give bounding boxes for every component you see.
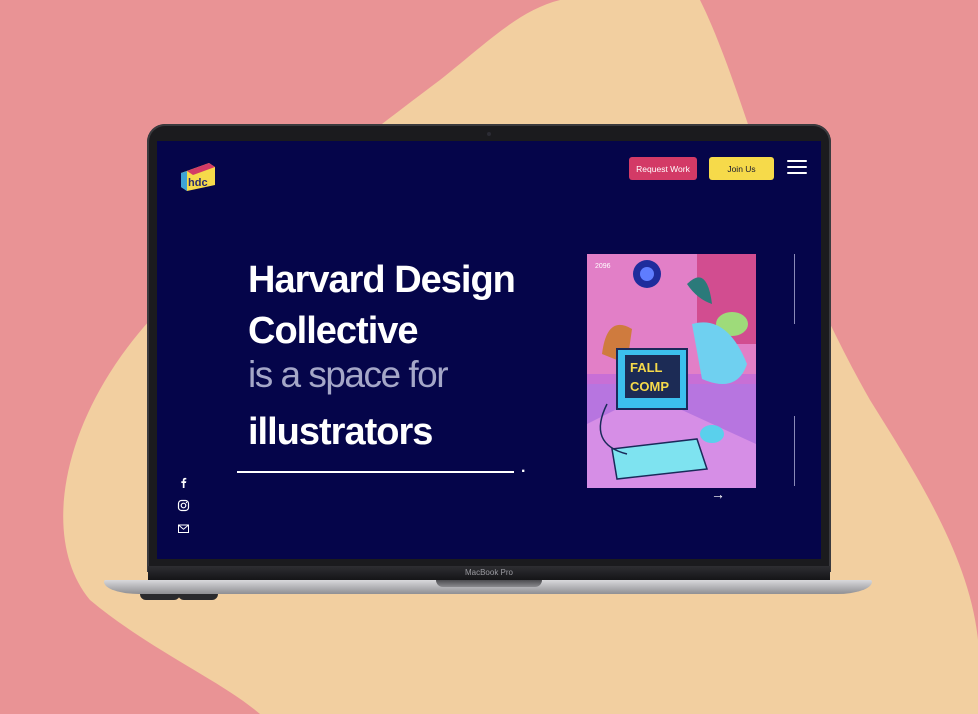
artwork-text-top: FALL bbox=[630, 360, 663, 375]
artwork-text-bottom: COMP bbox=[630, 379, 669, 394]
laptop-notch bbox=[436, 580, 542, 587]
hero-title-line2: Collective bbox=[248, 310, 419, 352]
artwork-year: 2096 bbox=[595, 263, 611, 270]
instagram-icon[interactable] bbox=[177, 499, 190, 512]
facebook-icon[interactable] bbox=[177, 476, 190, 489]
camera bbox=[487, 132, 491, 136]
laptop-foot-left-2 bbox=[178, 594, 218, 600]
join-us-button[interactable]: Join Us bbox=[709, 157, 774, 180]
hero-title: Harvard Design Collective bbox=[248, 255, 548, 357]
slider-divider-bottom bbox=[794, 416, 795, 486]
request-work-button[interactable]: Request Work bbox=[629, 157, 697, 180]
hero-underline bbox=[237, 471, 514, 473]
arrow-right-icon[interactable]: → bbox=[711, 486, 725, 502]
device-label: MacBook Pro bbox=[464, 568, 514, 577]
fall-comp-artwork[interactable]: FALL COMP 2096 bbox=[587, 254, 756, 488]
hero-period: . bbox=[521, 459, 526, 476]
logo-text: hdc bbox=[188, 177, 208, 189]
laptop-foot-left bbox=[140, 594, 180, 600]
slider-divider-top bbox=[794, 254, 795, 324]
hamburger-icon[interactable] bbox=[787, 160, 807, 176]
hero-title-line1: Harvard Design bbox=[248, 259, 516, 301]
browser-screen: hdc Request Work Join Us Harvard Design … bbox=[157, 141, 821, 559]
hdc-logo[interactable]: hdc bbox=[179, 159, 217, 193]
hero-subtitle: is a space for bbox=[248, 354, 449, 395]
hero-rotating-word: illustrators bbox=[248, 411, 433, 453]
mail-icon[interactable] bbox=[177, 522, 190, 535]
